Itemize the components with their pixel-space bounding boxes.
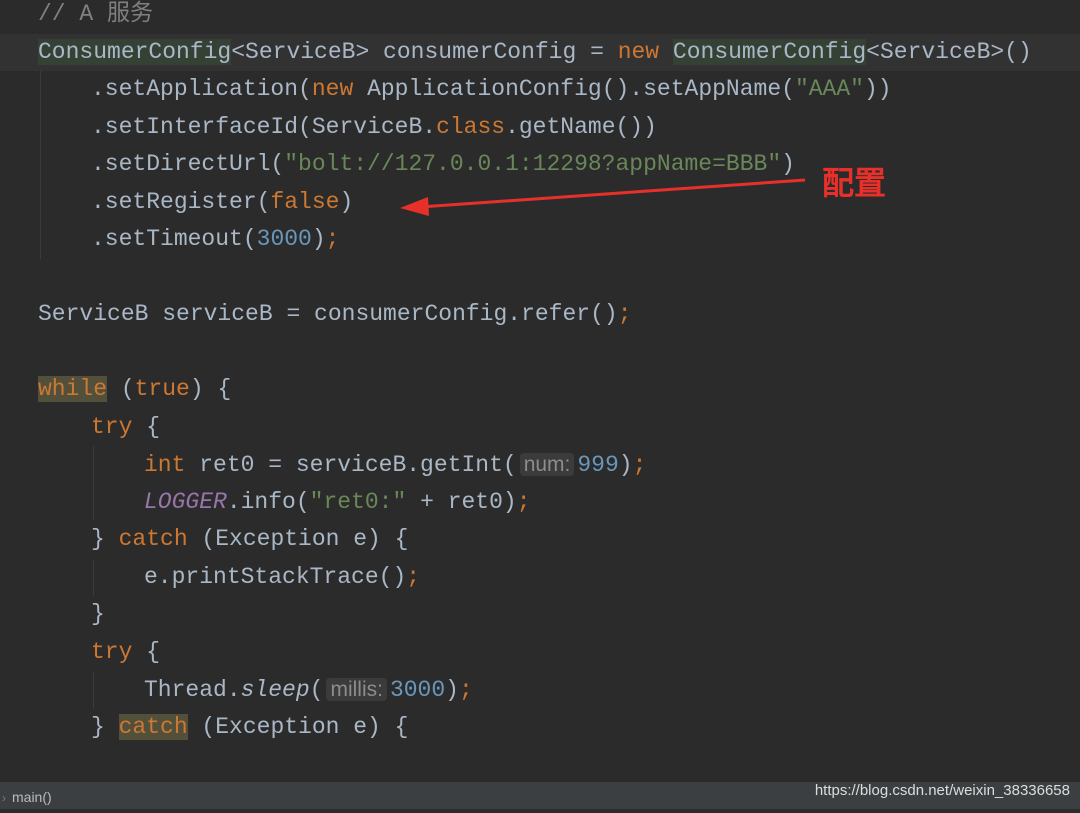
breadcrumb[interactable]: › main() <box>2 782 52 809</box>
chevron-right-icon: › <box>2 791 6 805</box>
annotation-label: 配置 <box>822 164 887 202</box>
arrow-shaft <box>419 178 806 209</box>
status-bar: › main() https://blog.csdn.net/weixin_383… <box>0 782 1080 809</box>
arrow-head <box>400 197 429 216</box>
watermark: https://blog.csdn.net/weixin_38336658 <box>814 782 1070 799</box>
breadcrumb-method: main() <box>12 789 52 805</box>
red-arrow-annotation <box>400 178 806 216</box>
